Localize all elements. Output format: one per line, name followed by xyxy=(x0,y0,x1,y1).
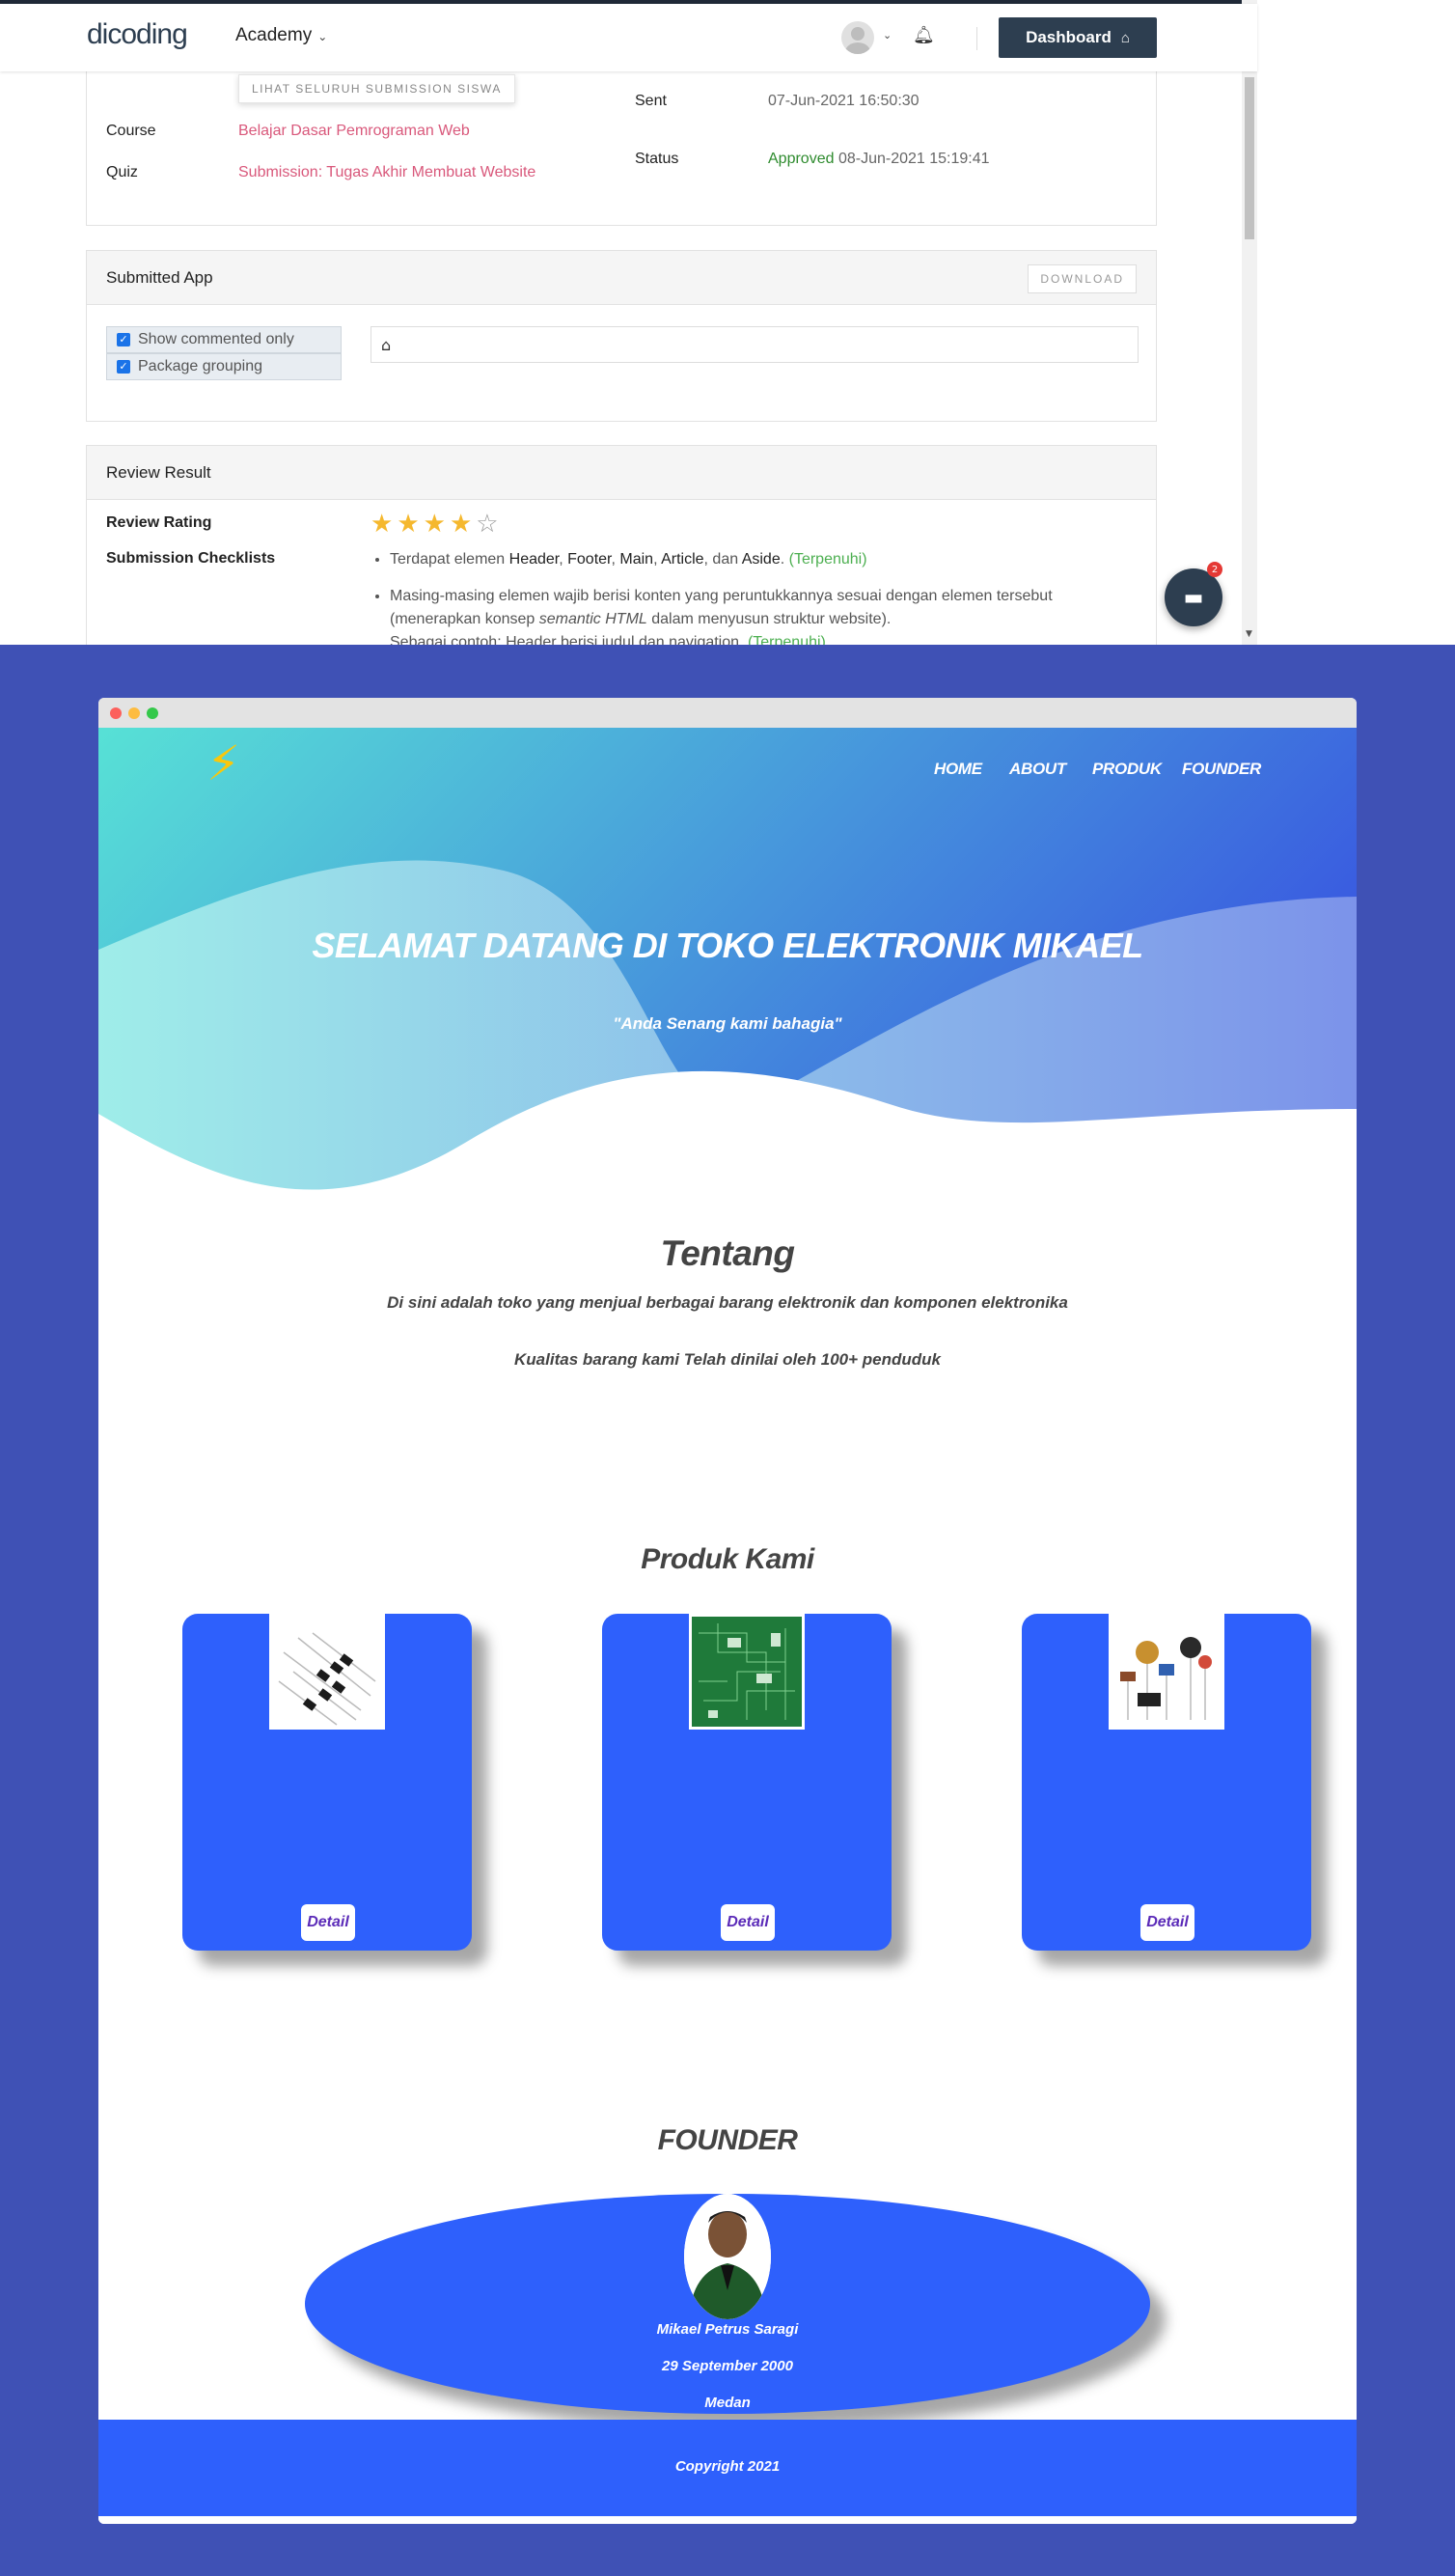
maximize-dot-icon xyxy=(147,707,158,719)
pcb-image-icon xyxy=(692,1617,802,1727)
product-card: Detail xyxy=(182,1614,472,1951)
founder-birthdate: 29 September 2000 xyxy=(662,2358,793,2374)
minimize-dot-icon xyxy=(128,707,140,719)
review-rating-stars: ★ ★ ★ ★ ☆ xyxy=(371,512,499,537)
tentang-title: Tentang xyxy=(660,1233,795,1273)
components-image-icon xyxy=(1120,1637,1212,1720)
detail-button[interactable]: Detail xyxy=(301,1904,355,1941)
diode-image-icon xyxy=(278,1632,376,1726)
chevron-down-icon[interactable]: ⌄ xyxy=(883,29,892,42)
dicoding-logo[interactable]: dicoding xyxy=(87,18,188,51)
status-label: Status xyxy=(635,151,679,167)
academy-label: Academy xyxy=(235,25,313,45)
star-full-icon: ★ xyxy=(449,510,473,539)
divider xyxy=(976,27,977,50)
status-value: Approved 08-Jun-2021 15:19:41 xyxy=(768,151,990,168)
file-path-bar[interactable]: ⌂ xyxy=(371,326,1139,363)
detail-button[interactable]: Detail xyxy=(721,1904,775,1941)
nav-produk[interactable]: PRODUK xyxy=(1092,760,1162,779)
detail-button[interactable]: Detail xyxy=(1140,1904,1194,1941)
review-result-header: Review Result xyxy=(87,446,1156,500)
hero-title: SELAMAT DATANG DI TOKO ELEKTRONIK MIKAEL xyxy=(312,926,1143,965)
review-result-title: Review Result xyxy=(106,462,211,482)
chat-badge: 2 xyxy=(1207,562,1222,577)
submitted-app-header: Submitted App xyxy=(87,251,1156,305)
product-image-pcb xyxy=(689,1614,805,1730)
bell-icon[interactable]: 🔔︎ xyxy=(913,25,935,45)
lightning-logo-icon[interactable]: ⚡︎ xyxy=(206,739,240,788)
hero-section: ⚡︎ HOME ABOUT PRODUK FOUNDER SELAMAT DAT… xyxy=(98,728,1357,1194)
scroll-down-arrow-icon[interactable]: ▼ xyxy=(1246,629,1252,639)
checkbox-checked-icon: ✓ xyxy=(117,360,130,374)
tentang-text-1: Di sini adalah toko yang menjual berbaga… xyxy=(387,1293,1068,1312)
top-navbar: dicoding Academy ⌄ ⌄ 🔔︎ Dashboard ⌂ xyxy=(0,4,1257,71)
submission-checklists-label: Submission Checklists xyxy=(106,550,276,567)
chat-button[interactable]: ▬ xyxy=(1165,568,1222,626)
produk-title: Produk Kami xyxy=(641,1543,814,1575)
product-image-diodes xyxy=(269,1614,385,1730)
checklist-item: Masing-masing elemen wajib berisi konten… xyxy=(390,585,1123,645)
package-grouping-label: Package grouping xyxy=(138,358,262,374)
site-footer: Copyright 2021 xyxy=(98,2420,1357,2516)
quiz-label: Quiz xyxy=(106,164,138,180)
hero-subtitle: "Anda Senang kami bahagia" xyxy=(613,1014,842,1033)
submission-checklist: Terdapat elemen Header, Footer, Main, Ar… xyxy=(371,548,1123,645)
founder-title: FOUNDER xyxy=(657,2124,798,2156)
package-grouping-checkbox[interactable]: ✓ Package grouping xyxy=(106,353,342,380)
founder-city: Medan xyxy=(704,2395,751,2411)
submission-info-card: LIHAT SELURUH SUBMISSION SISWA Course Be… xyxy=(86,48,1157,226)
dashboard-button[interactable]: Dashboard ⌂ xyxy=(999,17,1157,58)
course-link[interactable]: Belajar Dasar Pemrograman Web xyxy=(238,123,470,140)
star-empty-icon: ☆ xyxy=(476,510,499,539)
review-result-card: Review Result Review Rating ★ ★ ★ ★ ☆ Su… xyxy=(86,445,1157,645)
browser-chrome xyxy=(98,698,1357,728)
sent-value: 07-Jun-2021 16:50:30 xyxy=(768,93,920,109)
website-preview-window: ⚡︎ HOME ABOUT PRODUK FOUNDER SELAMAT DAT… xyxy=(98,698,1357,2524)
founder-portrait-icon xyxy=(684,2194,771,2319)
download-button[interactable]: DOWNLOAD xyxy=(1028,264,1137,293)
review-rating-label: Review Rating xyxy=(106,514,212,531)
show-commented-checkbox[interactable]: ✓ Show commented only xyxy=(106,326,342,353)
avatar[interactable] xyxy=(841,21,874,54)
chat-icon: ▬ xyxy=(1183,585,1204,610)
chevron-down-icon: ⌄ xyxy=(317,30,328,43)
submitted-app-card: Submitted App DOWNLOAD ✓ Show commented o… xyxy=(86,250,1157,422)
founder-photo xyxy=(684,2194,771,2319)
dashboard-label: Dashboard xyxy=(1026,28,1112,46)
scrollbar-thumb[interactable] xyxy=(1245,77,1254,239)
lihat-seluruh-submission-button[interactable]: LIHAT SELURUH SUBMISSION SISWA xyxy=(238,74,515,103)
founder-name: Mikael Petrus Saragi xyxy=(656,2321,799,2338)
checkbox-checked-icon: ✓ xyxy=(117,333,130,346)
star-full-icon: ★ xyxy=(371,510,394,539)
tentang-text-2: Kualitas barang kami Telah dinilai oleh … xyxy=(514,1350,941,1369)
status-date: 08-Jun-2021 15:19:41 xyxy=(837,151,990,167)
footer-bottom-strip xyxy=(98,2516,1357,2524)
star-full-icon: ★ xyxy=(423,510,446,539)
product-card: Detail xyxy=(602,1614,892,1951)
close-dot-icon xyxy=(110,707,122,719)
nav-home[interactable]: HOME xyxy=(934,760,982,779)
academy-menu[interactable]: Academy ⌄ xyxy=(235,25,327,46)
product-card: Detail xyxy=(1022,1614,1311,1951)
show-commented-label: Show commented only xyxy=(138,331,294,347)
dicoding-review-page: LIHAT SELURUH SUBMISSION SISWA Course Be… xyxy=(0,0,1455,645)
quiz-link[interactable]: Submission: Tugas Akhir Membuat Website xyxy=(238,164,535,181)
home-icon: ⌂ xyxy=(1120,29,1130,46)
copyright-text: Copyright 2021 xyxy=(674,2458,781,2475)
checklist-item: Terdapat elemen Header, Footer, Main, Ar… xyxy=(390,548,1123,571)
submitted-app-title: Submitted App xyxy=(106,267,213,287)
home-icon[interactable]: ⌂ xyxy=(381,336,391,354)
nav-about[interactable]: ABOUT xyxy=(1009,760,1066,779)
star-full-icon: ★ xyxy=(397,510,420,539)
course-label: Course xyxy=(106,123,156,139)
product-image-components xyxy=(1109,1614,1224,1730)
sent-label: Sent xyxy=(635,93,667,109)
nav-founder[interactable]: FOUNDER xyxy=(1182,760,1261,779)
status-approved: Approved xyxy=(768,151,835,167)
